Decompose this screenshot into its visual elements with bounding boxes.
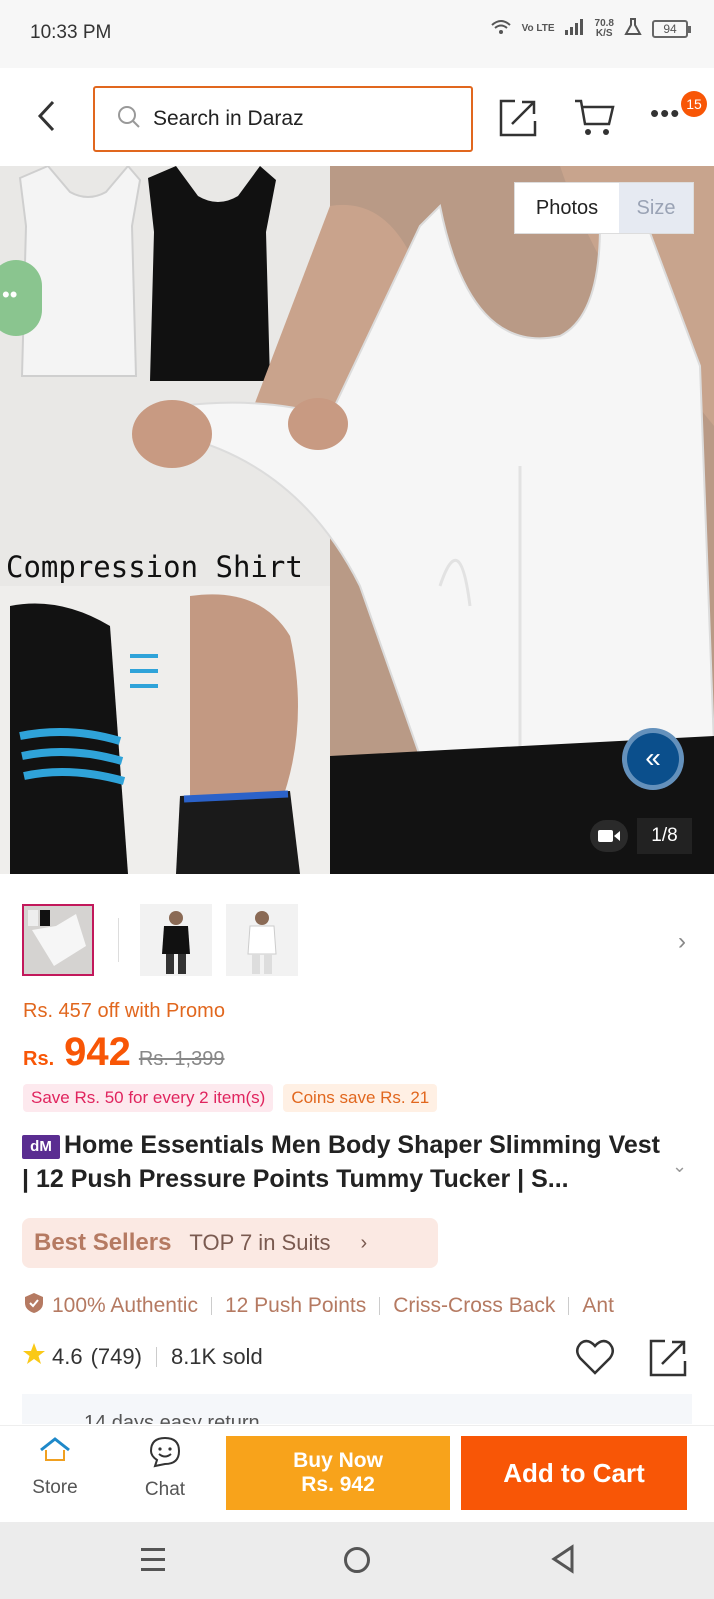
- network-type: Vo LTE: [521, 22, 555, 34]
- speed-unit: K/S: [595, 27, 613, 39]
- tab-photos[interactable]: Photos: [515, 183, 619, 233]
- buy-now-price: Rs. 942: [301, 1473, 375, 1496]
- feature-item: 100% Authentic: [52, 1294, 198, 1317]
- bundle-save-tag[interactable]: Save Rs. 50 for every 2 item(s): [23, 1084, 274, 1112]
- thumbnail-image: [140, 904, 212, 976]
- collapse-button[interactable]: «: [622, 728, 684, 790]
- share-icon: [649, 1339, 687, 1377]
- coins-save-tag[interactable]: Coins save Rs. 21: [283, 1084, 438, 1112]
- expand-title-button[interactable]: ⌄: [672, 1156, 687, 1177]
- battery-indicator: 94: [652, 19, 691, 38]
- share-icon: [499, 99, 537, 137]
- chevron-right-icon: ›: [360, 1231, 368, 1254]
- search-input[interactable]: Search in Daraz: [93, 86, 473, 152]
- chat-label: Chat: [144, 1479, 186, 1500]
- price-currency: Rs.: [23, 1048, 55, 1070]
- feature-divider: [210, 1297, 212, 1315]
- current-price: 942: [64, 1030, 131, 1074]
- network-speed: 70.8 K/S: [595, 18, 614, 39]
- tab-size[interactable]: Size: [619, 183, 693, 233]
- home-button[interactable]: [344, 1547, 370, 1573]
- signal-icon: [564, 19, 585, 38]
- chevron-left-icon: [37, 100, 55, 132]
- chevron-down-icon: ⌄: [672, 1156, 688, 1176]
- image-counter: 1/8: [637, 818, 692, 854]
- video-button[interactable]: [590, 820, 628, 852]
- search-placeholder: Search in Daraz: [153, 107, 304, 130]
- feature-divider: [379, 1297, 381, 1315]
- store-label: Store: [32, 1477, 78, 1498]
- product-photo: [0, 166, 714, 874]
- rating-divider: [155, 1347, 157, 1367]
- feature-item: Criss-Cross Back: [393, 1294, 556, 1317]
- buy-now-button[interactable]: Buy Now Rs. 942: [226, 1436, 450, 1510]
- top-header: Search in Daraz ••• 15: [0, 68, 714, 166]
- share-product-button[interactable]: [648, 1338, 688, 1378]
- thumbnail-2[interactable]: [140, 904, 212, 976]
- store-button[interactable]: Store: [22, 1436, 88, 1499]
- thumbnail-3[interactable]: [226, 904, 298, 976]
- bottom-action-bar: Store Chat Buy Now Rs. 942 Add to Cart: [0, 1425, 714, 1522]
- thumbnails-next-button[interactable]: ›: [678, 928, 686, 956]
- chat-dots-icon: ••: [2, 282, 18, 307]
- system-navigation-bar: [0, 1522, 714, 1599]
- heart-icon: [576, 1339, 614, 1375]
- rating-score: 4.6: [52, 1344, 83, 1369]
- thumbnail-strip: ›: [0, 900, 714, 980]
- thumbnail-divider: [118, 918, 119, 962]
- add-to-cart-button[interactable]: Add to Cart: [461, 1436, 687, 1510]
- return-policy-row[interactable]: 14 days easy return: [22, 1394, 692, 1424]
- wishlist-button[interactable]: [575, 1338, 615, 1376]
- recent-apps-button[interactable]: [141, 1548, 165, 1578]
- gallery-tabs: Photos Size: [514, 182, 694, 234]
- cart-icon: [575, 99, 615, 135]
- authentic-shield-icon: [24, 1292, 44, 1320]
- feature-divider: [568, 1297, 570, 1315]
- wifi-icon: [490, 18, 512, 39]
- chat-button[interactable]: Chat: [132, 1436, 198, 1501]
- search-icon: [117, 105, 141, 134]
- double-chevron-left-icon: «: [645, 742, 661, 773]
- chat-smile-icon: [149, 1436, 181, 1468]
- star-icon: [22, 1342, 46, 1372]
- feature-highlights[interactable]: 100% Authentic 12 Push Points Criss-Cros…: [24, 1290, 714, 1322]
- rating-row[interactable]: 4.6 (749) 8.1K sold: [22, 1342, 263, 1372]
- video-camera-icon: [598, 830, 620, 842]
- status-bar: 10:33 PM Vo LTE 70.8 K/S 94: [0, 0, 714, 68]
- status-time: 10:33 PM: [30, 22, 112, 43]
- best-sellers-title: Best Sellers: [34, 1229, 172, 1256]
- price-row: Rs. 942 Rs. 1,399: [23, 1030, 224, 1075]
- share-button[interactable]: [498, 98, 538, 138]
- store-logo-icon: [40, 1437, 70, 1461]
- feature-item: Ant: [582, 1294, 614, 1317]
- image-caption: Compression Shirt: [6, 550, 303, 584]
- feature-item: 12 Push Points: [224, 1294, 367, 1317]
- thumbnail-1[interactable]: [22, 904, 94, 976]
- chevron-right-icon: ›: [678, 928, 686, 955]
- original-price: Rs. 1,399: [138, 1048, 225, 1070]
- best-sellers-banner[interactable]: Best Sellers TOP 7 in Suits ›: [22, 1218, 438, 1268]
- thumbnail-image: [226, 904, 298, 976]
- best-sellers-rank: TOP 7 in Suits: [189, 1230, 331, 1255]
- lab-flask-icon: [624, 18, 642, 39]
- product-title[interactable]: dM Home Essentials Men Body Shaper Slimmi…: [22, 1128, 662, 1196]
- back-button[interactable]: [30, 98, 66, 134]
- sold-count: 8.1K sold: [170, 1344, 263, 1369]
- product-title-text: Home Essentials Men Body Shaper Slimming…: [22, 1131, 661, 1193]
- thumbnail-image: [24, 906, 92, 974]
- status-icons: Vo LTE 70.8 K/S 94: [490, 18, 691, 39]
- more-dots-icon: •••: [650, 98, 681, 128]
- return-policy-text: 14 days easy return: [84, 1412, 260, 1424]
- buy-now-label: Buy Now: [293, 1449, 383, 1472]
- floating-chat-button[interactable]: ••: [0, 260, 42, 336]
- triangle-back-icon: [551, 1544, 574, 1574]
- product-image-gallery[interactable]: Photos Size •• Compression Shirt « 1/8: [0, 166, 714, 874]
- cart-badge: 15: [681, 91, 707, 117]
- brand-logo: dM: [22, 1135, 60, 1159]
- cart-button[interactable]: [573, 98, 615, 138]
- promo-text: Rs. 457 off with Promo: [23, 1000, 225, 1022]
- rating-count: (749): [90, 1344, 142, 1369]
- system-back-button[interactable]: [550, 1544, 576, 1579]
- promo-tags: Save Rs. 50 for every 2 item(s) Coins sa…: [23, 1084, 438, 1112]
